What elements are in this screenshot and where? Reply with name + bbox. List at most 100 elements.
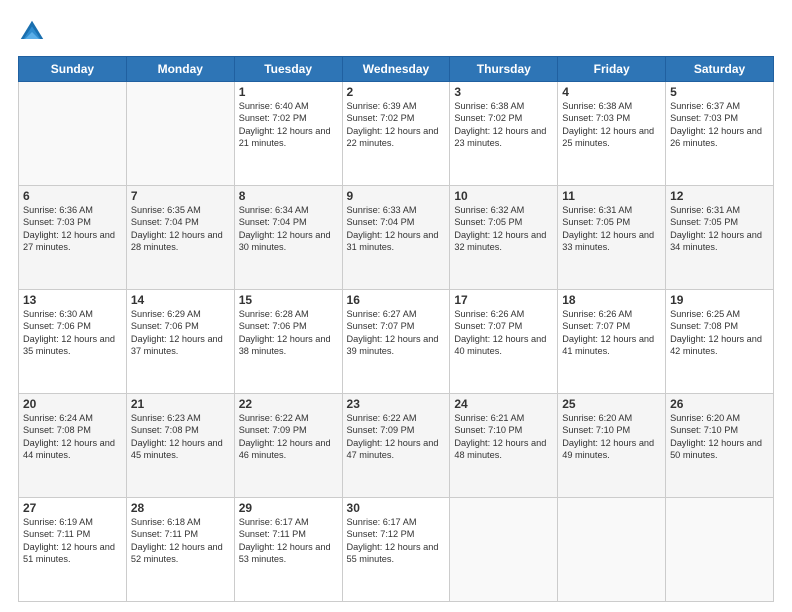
calendar-cell: 21Sunrise: 6:23 AM Sunset: 7:08 PM Dayli… — [126, 394, 234, 498]
day-info: Sunrise: 6:18 AM Sunset: 7:11 PM Dayligh… — [131, 516, 230, 566]
day-info: Sunrise: 6:24 AM Sunset: 7:08 PM Dayligh… — [23, 412, 122, 462]
page: SundayMondayTuesdayWednesdayThursdayFrid… — [0, 0, 792, 612]
logo — [18, 18, 52, 46]
day-number: 17 — [454, 293, 553, 307]
calendar-cell: 15Sunrise: 6:28 AM Sunset: 7:06 PM Dayli… — [234, 290, 342, 394]
calendar-cell: 12Sunrise: 6:31 AM Sunset: 7:05 PM Dayli… — [666, 186, 774, 290]
day-number: 20 — [23, 397, 122, 411]
calendar-cell: 16Sunrise: 6:27 AM Sunset: 7:07 PM Dayli… — [342, 290, 450, 394]
day-info: Sunrise: 6:26 AM Sunset: 7:07 PM Dayligh… — [454, 308, 553, 358]
day-number: 12 — [670, 189, 769, 203]
calendar-header-row: SundayMondayTuesdayWednesdayThursdayFrid… — [19, 57, 774, 82]
day-info: Sunrise: 6:17 AM Sunset: 7:12 PM Dayligh… — [347, 516, 446, 566]
day-number: 25 — [562, 397, 661, 411]
day-number: 23 — [347, 397, 446, 411]
day-info: Sunrise: 6:31 AM Sunset: 7:05 PM Dayligh… — [562, 204, 661, 254]
day-info: Sunrise: 6:32 AM Sunset: 7:05 PM Dayligh… — [454, 204, 553, 254]
calendar-cell: 18Sunrise: 6:26 AM Sunset: 7:07 PM Dayli… — [558, 290, 666, 394]
day-info: Sunrise: 6:30 AM Sunset: 7:06 PM Dayligh… — [23, 308, 122, 358]
calendar-cell: 30Sunrise: 6:17 AM Sunset: 7:12 PM Dayli… — [342, 498, 450, 602]
day-number: 6 — [23, 189, 122, 203]
calendar-cell — [558, 498, 666, 602]
day-info: Sunrise: 6:33 AM Sunset: 7:04 PM Dayligh… — [347, 204, 446, 254]
day-info: Sunrise: 6:22 AM Sunset: 7:09 PM Dayligh… — [347, 412, 446, 462]
calendar-week-row: 13Sunrise: 6:30 AM Sunset: 7:06 PM Dayli… — [19, 290, 774, 394]
day-info: Sunrise: 6:20 AM Sunset: 7:10 PM Dayligh… — [562, 412, 661, 462]
day-info: Sunrise: 6:21 AM Sunset: 7:10 PM Dayligh… — [454, 412, 553, 462]
day-number: 30 — [347, 501, 446, 515]
calendar-day-header: Friday — [558, 57, 666, 82]
calendar-day-header: Monday — [126, 57, 234, 82]
calendar-day-header: Sunday — [19, 57, 127, 82]
day-info: Sunrise: 6:20 AM Sunset: 7:10 PM Dayligh… — [670, 412, 769, 462]
calendar-cell: 5Sunrise: 6:37 AM Sunset: 7:03 PM Daylig… — [666, 82, 774, 186]
day-number: 21 — [131, 397, 230, 411]
day-number: 10 — [454, 189, 553, 203]
calendar-week-row: 1Sunrise: 6:40 AM Sunset: 7:02 PM Daylig… — [19, 82, 774, 186]
calendar-cell — [666, 498, 774, 602]
day-number: 9 — [347, 189, 446, 203]
calendar-cell: 24Sunrise: 6:21 AM Sunset: 7:10 PM Dayli… — [450, 394, 558, 498]
calendar-cell: 26Sunrise: 6:20 AM Sunset: 7:10 PM Dayli… — [666, 394, 774, 498]
calendar-cell: 6Sunrise: 6:36 AM Sunset: 7:03 PM Daylig… — [19, 186, 127, 290]
day-info: Sunrise: 6:40 AM Sunset: 7:02 PM Dayligh… — [239, 100, 338, 150]
calendar-table: SundayMondayTuesdayWednesdayThursdayFrid… — [18, 56, 774, 602]
calendar-week-row: 6Sunrise: 6:36 AM Sunset: 7:03 PM Daylig… — [19, 186, 774, 290]
day-info: Sunrise: 6:38 AM Sunset: 7:02 PM Dayligh… — [454, 100, 553, 150]
day-number: 4 — [562, 85, 661, 99]
calendar-day-header: Tuesday — [234, 57, 342, 82]
day-number: 1 — [239, 85, 338, 99]
day-info: Sunrise: 6:28 AM Sunset: 7:06 PM Dayligh… — [239, 308, 338, 358]
calendar-day-header: Thursday — [450, 57, 558, 82]
calendar-cell: 2Sunrise: 6:39 AM Sunset: 7:02 PM Daylig… — [342, 82, 450, 186]
day-info: Sunrise: 6:22 AM Sunset: 7:09 PM Dayligh… — [239, 412, 338, 462]
day-info: Sunrise: 6:26 AM Sunset: 7:07 PM Dayligh… — [562, 308, 661, 358]
day-info: Sunrise: 6:17 AM Sunset: 7:11 PM Dayligh… — [239, 516, 338, 566]
day-info: Sunrise: 6:38 AM Sunset: 7:03 PM Dayligh… — [562, 100, 661, 150]
day-number: 7 — [131, 189, 230, 203]
calendar-cell: 23Sunrise: 6:22 AM Sunset: 7:09 PM Dayli… — [342, 394, 450, 498]
calendar-cell: 13Sunrise: 6:30 AM Sunset: 7:06 PM Dayli… — [19, 290, 127, 394]
calendar-cell: 17Sunrise: 6:26 AM Sunset: 7:07 PM Dayli… — [450, 290, 558, 394]
day-number: 29 — [239, 501, 338, 515]
calendar-cell — [19, 82, 127, 186]
calendar-cell — [126, 82, 234, 186]
calendar-week-row: 20Sunrise: 6:24 AM Sunset: 7:08 PM Dayli… — [19, 394, 774, 498]
day-info: Sunrise: 6:34 AM Sunset: 7:04 PM Dayligh… — [239, 204, 338, 254]
calendar-cell: 29Sunrise: 6:17 AM Sunset: 7:11 PM Dayli… — [234, 498, 342, 602]
calendar-cell: 25Sunrise: 6:20 AM Sunset: 7:10 PM Dayli… — [558, 394, 666, 498]
day-number: 5 — [670, 85, 769, 99]
calendar-cell: 28Sunrise: 6:18 AM Sunset: 7:11 PM Dayli… — [126, 498, 234, 602]
calendar-cell: 20Sunrise: 6:24 AM Sunset: 7:08 PM Dayli… — [19, 394, 127, 498]
day-number: 11 — [562, 189, 661, 203]
calendar-cell: 3Sunrise: 6:38 AM Sunset: 7:02 PM Daylig… — [450, 82, 558, 186]
day-info: Sunrise: 6:25 AM Sunset: 7:08 PM Dayligh… — [670, 308, 769, 358]
day-info: Sunrise: 6:29 AM Sunset: 7:06 PM Dayligh… — [131, 308, 230, 358]
calendar-cell: 11Sunrise: 6:31 AM Sunset: 7:05 PM Dayli… — [558, 186, 666, 290]
calendar-day-header: Wednesday — [342, 57, 450, 82]
day-number: 13 — [23, 293, 122, 307]
calendar-cell: 27Sunrise: 6:19 AM Sunset: 7:11 PM Dayli… — [19, 498, 127, 602]
day-number: 16 — [347, 293, 446, 307]
day-number: 28 — [131, 501, 230, 515]
day-number: 24 — [454, 397, 553, 411]
calendar-day-header: Saturday — [666, 57, 774, 82]
day-number: 19 — [670, 293, 769, 307]
day-info: Sunrise: 6:39 AM Sunset: 7:02 PM Dayligh… — [347, 100, 446, 150]
calendar-cell — [450, 498, 558, 602]
day-number: 18 — [562, 293, 661, 307]
calendar-cell: 7Sunrise: 6:35 AM Sunset: 7:04 PM Daylig… — [126, 186, 234, 290]
day-number: 15 — [239, 293, 338, 307]
day-number: 8 — [239, 189, 338, 203]
header — [18, 18, 774, 46]
day-info: Sunrise: 6:23 AM Sunset: 7:08 PM Dayligh… — [131, 412, 230, 462]
calendar-cell: 10Sunrise: 6:32 AM Sunset: 7:05 PM Dayli… — [450, 186, 558, 290]
day-number: 2 — [347, 85, 446, 99]
day-number: 22 — [239, 397, 338, 411]
day-info: Sunrise: 6:36 AM Sunset: 7:03 PM Dayligh… — [23, 204, 122, 254]
day-number: 3 — [454, 85, 553, 99]
calendar-week-row: 27Sunrise: 6:19 AM Sunset: 7:11 PM Dayli… — [19, 498, 774, 602]
day-info: Sunrise: 6:27 AM Sunset: 7:07 PM Dayligh… — [347, 308, 446, 358]
calendar-cell: 8Sunrise: 6:34 AM Sunset: 7:04 PM Daylig… — [234, 186, 342, 290]
calendar-cell: 19Sunrise: 6:25 AM Sunset: 7:08 PM Dayli… — [666, 290, 774, 394]
